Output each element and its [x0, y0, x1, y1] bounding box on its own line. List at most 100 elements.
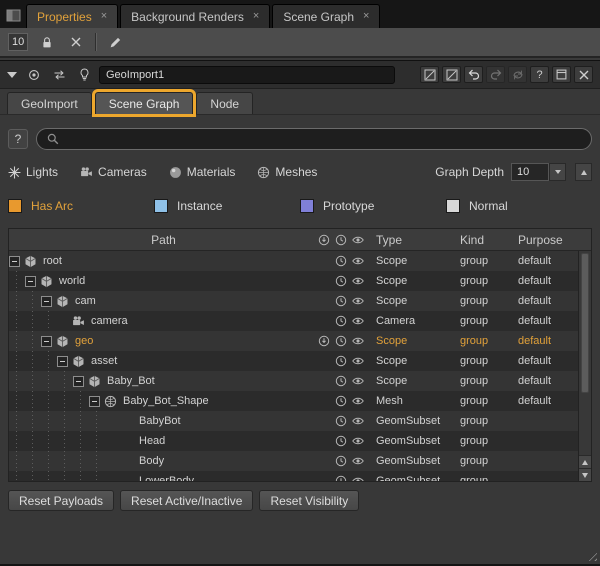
float-panel-icon[interactable] [552, 66, 571, 83]
clock-icon[interactable] [335, 315, 347, 327]
node-name-field[interactable] [99, 66, 395, 84]
window-tab-scene-graph[interactable]: Scene Graph× [272, 4, 380, 28]
tab-node[interactable]: Node [196, 92, 253, 114]
eye-icon[interactable] [352, 475, 364, 481]
filter-materials[interactable]: Materials [169, 165, 236, 179]
column-header-kind[interactable]: Kind [460, 233, 518, 247]
expander-icon[interactable] [25, 276, 36, 287]
table-row-body[interactable]: BodyGeomSubsetgroup [9, 451, 578, 471]
payload-slot [318, 275, 330, 287]
expander-icon[interactable] [41, 336, 52, 347]
clock-icon[interactable] [335, 375, 347, 387]
eye-icon[interactable] [352, 455, 364, 467]
tree-guide [9, 391, 25, 411]
collapse-triangle-icon[interactable] [7, 72, 17, 78]
clock-icon[interactable] [335, 355, 347, 367]
payload-column-icon[interactable] [318, 234, 330, 246]
help-icon[interactable]: ? [530, 66, 549, 83]
clock-icon[interactable] [335, 395, 347, 407]
column-header-type[interactable]: Type [376, 233, 460, 247]
filter-lights[interactable]: Lights [8, 165, 58, 179]
table-scrollbar[interactable] [578, 251, 591, 481]
clock-icon[interactable] [335, 275, 347, 287]
window-tab-background-renders[interactable]: Background Renders× [120, 4, 270, 28]
eye-icon[interactable] [352, 415, 364, 427]
search-input[interactable] [66, 133, 581, 145]
table-row-babybot[interactable]: BabyBotGeomSubsetgroup [9, 411, 578, 431]
eye-icon[interactable] [352, 355, 364, 367]
tree-guide [25, 451, 41, 471]
clock-icon[interactable] [335, 295, 347, 307]
filter-cameras[interactable]: Cameras [80, 165, 147, 179]
table-row-camera[interactable]: cameraCameragroupdefault [9, 311, 578, 331]
graph-depth-value[interactable]: 10 [511, 163, 549, 181]
tab-close-icon[interactable]: × [363, 11, 369, 22]
edit-pencil-icon[interactable] [105, 32, 125, 52]
row-state-icons [318, 415, 376, 427]
redo-icon[interactable] [486, 66, 505, 83]
tab-scene-graph[interactable]: Scene Graph [95, 92, 194, 114]
table-row-root[interactable]: rootScopegroupdefault [9, 251, 578, 271]
scroll-down-button[interactable] [579, 468, 591, 481]
expander-icon[interactable] [9, 256, 20, 267]
clear-all-icon[interactable] [66, 32, 86, 52]
table-row-head[interactable]: HeadGeomSubsetgroup [9, 431, 578, 451]
eye-icon[interactable] [352, 295, 364, 307]
table-row-baby-bot-shape[interactable]: Baby_Bot_ShapeMeshgroupdefault [9, 391, 578, 411]
table-row-cam[interactable]: camScopegroupdefault [9, 291, 578, 311]
search-field[interactable] [36, 128, 592, 150]
clock-icon[interactable] [335, 255, 347, 267]
table-row-asset[interactable]: assetScopegroupdefault [9, 351, 578, 371]
clock-icon[interactable] [335, 435, 347, 447]
column-header-path[interactable]: Path [9, 229, 318, 250]
eye-icon[interactable] [352, 315, 364, 327]
table-row-world[interactable]: worldScopegroupdefault [9, 271, 578, 291]
tab-close-icon[interactable]: × [253, 11, 259, 22]
scrollbar-thumb[interactable] [581, 253, 589, 393]
graph-depth-dropdown[interactable] [549, 163, 566, 181]
table-row-baby-bot[interactable]: Baby_BotScopegroupdefault [9, 371, 578, 391]
clock-column-icon[interactable] [335, 234, 347, 246]
reset-button-reset-active-inactive[interactable]: Reset Active/Inactive [120, 490, 253, 511]
clock-icon[interactable] [335, 455, 347, 467]
reset-button-reset-visibility[interactable]: Reset Visibility [259, 490, 359, 511]
clock-icon[interactable] [335, 475, 347, 481]
bulb-icon[interactable] [74, 65, 94, 85]
eye-icon[interactable] [352, 395, 364, 407]
reset-button-reset-payloads[interactable]: Reset Payloads [8, 490, 114, 511]
wedge-collapse-icon[interactable] [442, 66, 461, 83]
sync-arrows-icon[interactable] [49, 65, 69, 85]
filter-meshes[interactable]: Meshes [257, 165, 317, 179]
table-row-lowerbody[interactable]: LowerBodyGeomSubsetgroup [9, 471, 578, 481]
eye-column-icon[interactable] [352, 234, 364, 246]
expander-icon[interactable] [89, 396, 100, 407]
wedge-expand-icon[interactable] [420, 66, 439, 83]
revert-icon[interactable] [508, 66, 527, 83]
tab-close-icon[interactable]: × [101, 11, 107, 22]
expander-icon[interactable] [41, 296, 52, 307]
table-row-geo[interactable]: geoScopegroupdefault [9, 331, 578, 351]
tab-geoimport[interactable]: GeoImport [7, 92, 92, 114]
eye-icon[interactable] [352, 335, 364, 347]
expander-icon[interactable] [73, 376, 84, 387]
eye-icon[interactable] [352, 435, 364, 447]
search-help-button[interactable]: ? [8, 129, 28, 149]
parameter-count[interactable]: 10 [8, 33, 28, 51]
eye-icon[interactable] [352, 275, 364, 287]
payload-icon[interactable] [318, 335, 330, 347]
clock-icon[interactable] [335, 335, 347, 347]
expander-icon[interactable] [57, 356, 68, 367]
graph-depth-increase[interactable] [575, 163, 592, 181]
node-badge-icon[interactable] [24, 65, 44, 85]
close-icon[interactable] [574, 66, 593, 83]
lock-icon[interactable] [37, 32, 57, 52]
window-tab-properties[interactable]: Properties× [26, 4, 118, 28]
clock-icon[interactable] [335, 415, 347, 427]
column-header-purpose[interactable]: Purpose [518, 233, 578, 247]
purpose-cell: default [518, 355, 578, 367]
pane-icon[interactable] [5, 8, 21, 22]
scroll-up-button[interactable] [579, 455, 591, 468]
eye-icon[interactable] [352, 375, 364, 387]
eye-icon[interactable] [352, 255, 364, 267]
undo-icon[interactable] [464, 66, 483, 83]
